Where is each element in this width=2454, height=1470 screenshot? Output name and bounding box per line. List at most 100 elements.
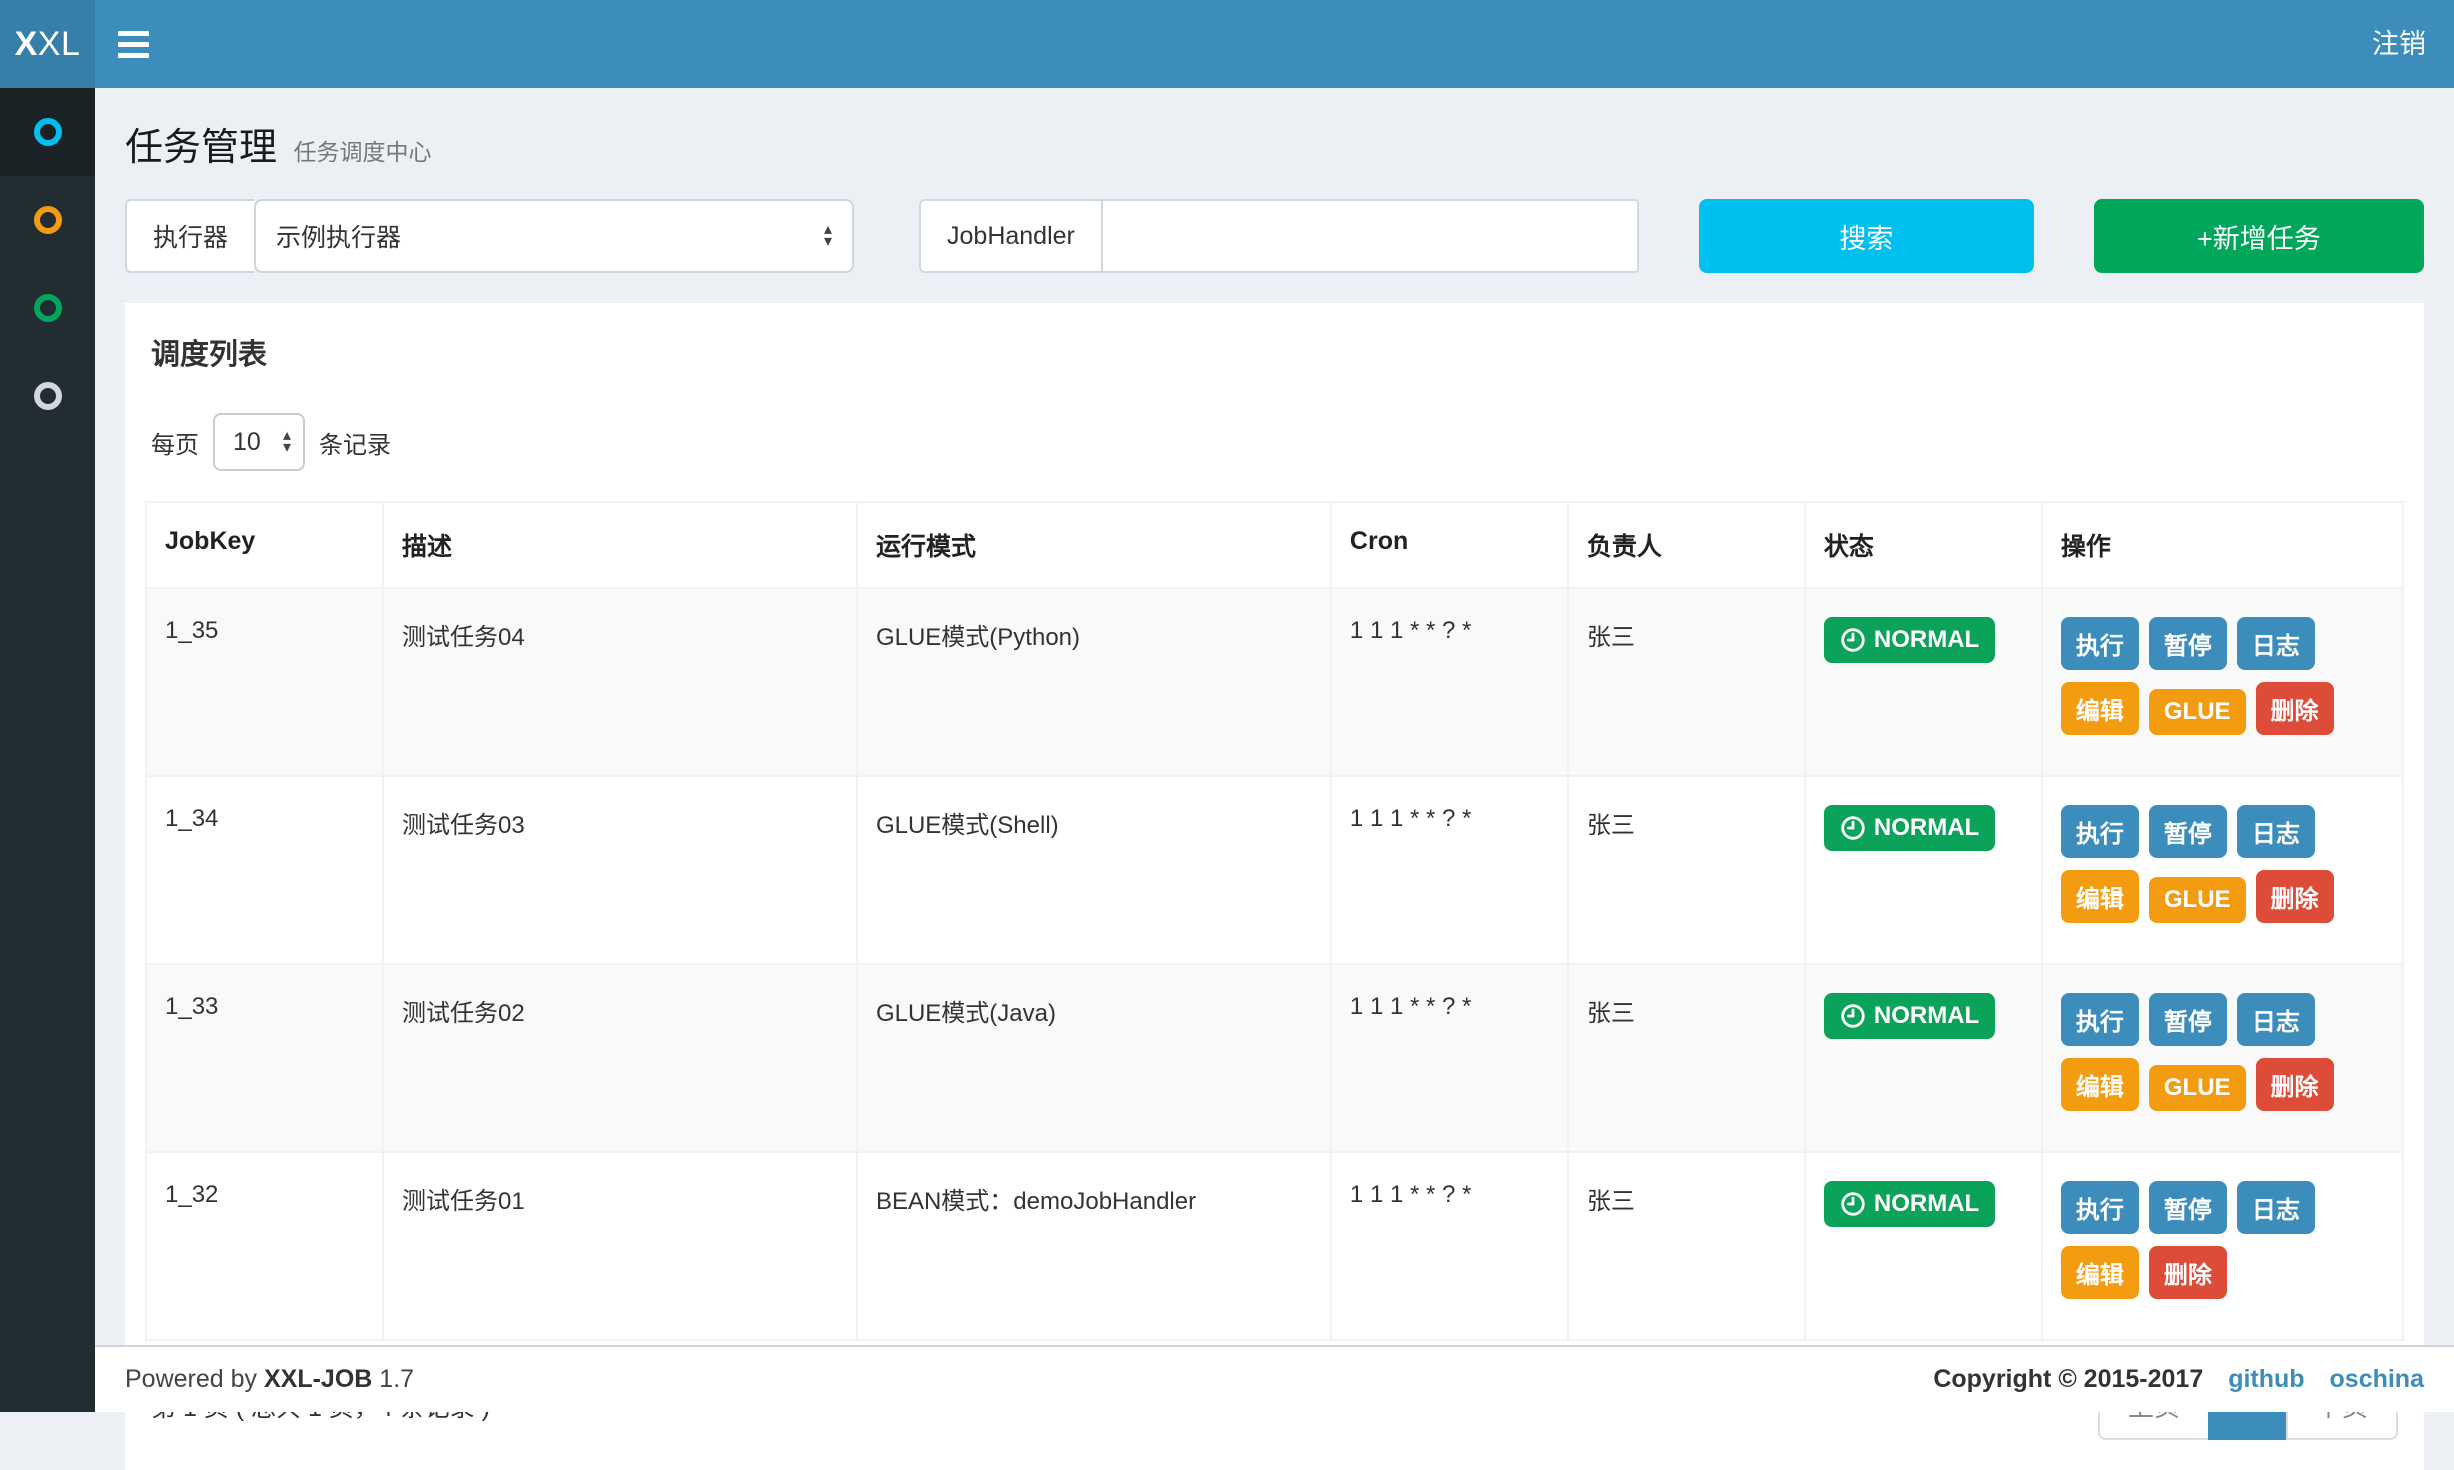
status-text: NORMAL — [1874, 814, 1979, 842]
action-line: 执行暂停日志 — [2061, 805, 2384, 868]
page-title: 任务管理 — [125, 127, 277, 169]
clock-icon — [1840, 627, 1866, 653]
product-version: 1.7 — [379, 1365, 414, 1393]
sidebar-item-2[interactable] — [0, 176, 95, 264]
status-badge: NORMAL — [1824, 1181, 1995, 1227]
pause-button[interactable]: 暂停 — [2149, 805, 2227, 858]
content-header: 任务管理 任务调度中心 — [95, 88, 2454, 171]
table-row: 1_35测试任务04GLUE模式(Python)1 1 1 * * ? *张三N… — [146, 588, 2403, 776]
run-mode-cell: GLUE模式(Java) — [857, 964, 1331, 1152]
clock-icon — [1840, 1003, 1866, 1029]
status-cell: NORMAL — [1805, 1152, 2042, 1340]
executor-select-value: 示例执行器 — [276, 218, 401, 254]
action-line: 执行暂停日志 — [2061, 1181, 2384, 1244]
sidebar-toggle-button[interactable] — [118, 0, 178, 88]
filter-toolbar: 执行器 示例执行器 ▴▾ JobHandler 搜索 +新增任务 — [125, 199, 2424, 273]
circle-icon — [34, 382, 62, 410]
run-button[interactable]: 执行 — [2061, 993, 2139, 1046]
job-key-cell: 1_35 — [146, 588, 383, 776]
run-button[interactable]: 执行 — [2061, 805, 2139, 858]
edit-button[interactable]: 编辑 — [2061, 1246, 2139, 1299]
edit-button[interactable]: 编辑 — [2061, 1058, 2139, 1111]
log-button[interactable]: 日志 — [2237, 993, 2315, 1046]
owner-cell: 张三 — [1568, 964, 1805, 1152]
job-key-cell: 1_33 — [146, 964, 383, 1152]
description-cell: 测试任务02 — [383, 964, 857, 1152]
chevron-updown-icon: ▴▾ — [824, 224, 832, 247]
column-header: JobKey — [146, 502, 383, 588]
table-header-row: JobKey描述运行模式Cron负责人状态操作 — [146, 502, 2403, 588]
app-logo[interactable]: XXL — [0, 0, 95, 88]
log-button[interactable]: 日志 — [2237, 617, 2315, 670]
delete-button[interactable]: 删除 — [2149, 1246, 2227, 1299]
panel-title: 调度列表 — [145, 331, 2404, 373]
log-button[interactable]: 日志 — [2237, 1181, 2315, 1234]
cron-cell: 1 1 1 * * ? * — [1331, 588, 1568, 776]
edit-button[interactable]: 编辑 — [2061, 870, 2139, 923]
chevron-updown-icon: ▴▾ — [283, 430, 291, 453]
per-page-control: 每页 10 ▴▾ 条记录 — [151, 413, 2404, 471]
job-key-cell: 1_34 — [146, 776, 383, 964]
delete-button[interactable]: 删除 — [2256, 870, 2334, 923]
run-button[interactable]: 执行 — [2061, 617, 2139, 670]
oschina-link[interactable]: oschina — [2330, 1365, 2424, 1393]
table-row: 1_33测试任务02GLUE模式(Java)1 1 1 * * ? *张三NOR… — [146, 964, 2403, 1152]
sidebar-item-4[interactable] — [0, 352, 95, 440]
cron-cell: 1 1 1 * * ? * — [1331, 1152, 1568, 1340]
status-badge: NORMAL — [1824, 993, 1995, 1039]
run-button[interactable]: 执行 — [2061, 1181, 2139, 1234]
delete-button[interactable]: 删除 — [2256, 1058, 2334, 1111]
actions-cell: 执行暂停日志编辑GLUE删除 — [2042, 776, 2403, 964]
jobhandler-input[interactable] — [1101, 199, 1639, 273]
column-header: 运行模式 — [857, 502, 1331, 588]
schedule-list-panel: 调度列表 每页 10 ▴▾ 条记录 JobKey描述运行模式Cron负责人状态操… — [125, 303, 2424, 1470]
sidebar-item-3[interactable] — [0, 264, 95, 352]
actions-cell: 执行暂停日志编辑删除 — [2042, 1152, 2403, 1340]
column-header: 负责人 — [1568, 502, 1805, 588]
action-line: 执行暂停日志 — [2061, 617, 2384, 680]
edit-button[interactable]: 编辑 — [2061, 682, 2139, 735]
search-button[interactable]: 搜索 — [1699, 199, 2034, 273]
owner-cell: 张三 — [1568, 588, 1805, 776]
table-row: 1_34测试任务03GLUE模式(Shell)1 1 1 * * ? *张三NO… — [146, 776, 2403, 964]
description-cell: 测试任务03 — [383, 776, 857, 964]
status-badge: NORMAL — [1824, 617, 1995, 663]
main-content: 任务管理 任务调度中心 执行器 示例执行器 ▴▾ JobHandler 搜索 +… — [95, 88, 2454, 1412]
glue-button[interactable]: GLUE — [2149, 1065, 2246, 1111]
column-header: Cron — [1331, 502, 1568, 588]
github-link[interactable]: github — [2228, 1365, 2304, 1393]
status-badge: NORMAL — [1824, 805, 1995, 851]
actions-cell: 执行暂停日志编辑GLUE删除 — [2042, 588, 2403, 776]
pause-button[interactable]: 暂停 — [2149, 993, 2227, 1046]
copyright-text: Copyright © 2015-2017 — [1933, 1365, 2203, 1393]
sidebar — [0, 88, 95, 1412]
pause-button[interactable]: 暂停 — [2149, 617, 2227, 670]
table-row: 1_32测试任务01BEAN模式：demoJobHandler1 1 1 * *… — [146, 1152, 2403, 1340]
clock-icon — [1840, 1191, 1866, 1217]
action-line: 编辑GLUE删除 — [2061, 1058, 2384, 1121]
glue-button[interactable]: GLUE — [2149, 689, 2246, 735]
sidebar-item-1[interactable] — [0, 88, 95, 176]
add-job-button[interactable]: +新增任务 — [2094, 199, 2424, 273]
app-logo-bold: X — [15, 25, 38, 64]
run-mode-cell: BEAN模式：demoJobHandler — [857, 1152, 1331, 1340]
page-footer: Powered by XXL-JOB 1.7 Copyright © 2015-… — [95, 1345, 2454, 1412]
action-line: 执行暂停日志 — [2061, 993, 2384, 1056]
status-text: NORMAL — [1874, 1190, 1979, 1218]
column-header: 状态 — [1805, 502, 2042, 588]
log-button[interactable]: 日志 — [2237, 805, 2315, 858]
per-page-select[interactable]: 10 ▴▾ — [213, 413, 305, 471]
powered-prefix: Powered by — [125, 1365, 257, 1393]
top-navbar: XXL 注销 — [0, 0, 2454, 88]
run-mode-cell: GLUE模式(Python) — [857, 588, 1331, 776]
executor-select[interactable]: 示例执行器 ▴▾ — [254, 199, 854, 273]
clock-icon — [1840, 815, 1866, 841]
glue-button[interactable]: GLUE — [2149, 877, 2246, 923]
status-text: NORMAL — [1874, 1002, 1979, 1030]
delete-button[interactable]: 删除 — [2256, 682, 2334, 735]
circle-icon — [34, 206, 62, 234]
logout-link[interactable]: 注销 — [2372, 0, 2426, 88]
description-cell: 测试任务01 — [383, 1152, 857, 1340]
copyright: Copyright © 2015-2017 github oschina — [1933, 1365, 2424, 1394]
pause-button[interactable]: 暂停 — [2149, 1181, 2227, 1234]
